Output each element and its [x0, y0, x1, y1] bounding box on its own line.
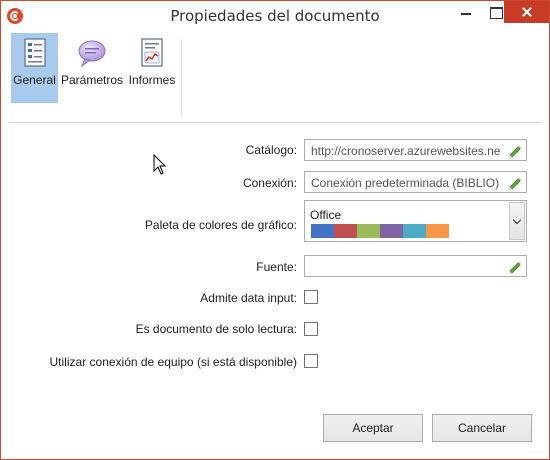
tab-parameters-label: Parámetros [61, 73, 124, 87]
pencil-edit-icon[interactable] [508, 144, 522, 158]
tab-general-label: General [13, 73, 56, 87]
pencil-edit-icon[interactable] [508, 260, 522, 274]
tab-reports[interactable]: Informes [126, 33, 178, 103]
palette-select[interactable]: Office [304, 200, 527, 242]
font-label: Fuente: [256, 260, 297, 274]
connection-label: Conexión: [242, 176, 297, 190]
tab-general[interactable]: General [11, 33, 58, 103]
palette-label: Paleta de colores de gráfico: [144, 218, 297, 232]
minimize-button[interactable] [451, 1, 481, 23]
palette-color-swatch [311, 224, 334, 238]
document-properties-icon [23, 38, 46, 67]
mouse-pointer-icon [153, 154, 167, 175]
toolbar-separator [181, 39, 182, 117]
ok-button[interactable]: Aceptar [323, 414, 423, 442]
report-chart-icon [141, 38, 163, 67]
tab-reports-label: Informes [128, 73, 176, 87]
catalog-field[interactable]: http://cronoserver.azurewebsites.net [304, 139, 527, 161]
team-connection-checkbox[interactable] [304, 354, 318, 368]
palette-color-swatch [403, 224, 426, 238]
palette-color-swatch [357, 224, 380, 238]
chevron-down-icon[interactable] [509, 202, 525, 240]
palette-swatches [311, 224, 449, 238]
close-button[interactable] [504, 1, 549, 23]
connection-value: Conexión predeterminada (BIBLIO) [311, 176, 500, 190]
palette-selected-name: Office [310, 208, 342, 222]
read-only-label: Es documento de solo lectura: [135, 322, 297, 336]
palette-color-swatch [380, 224, 403, 238]
team-connection-label: Utilizar conexión de equipo (si está dis… [49, 355, 297, 369]
document-properties-dialog: Propiedades del documento General Paráme… [0, 0, 550, 460]
cancel-button[interactable]: Cancelar [432, 414, 532, 442]
catalog-value: http://cronoserver.azurewebsites.net [311, 144, 501, 158]
speech-bubble-icon [78, 40, 106, 68]
connection-field[interactable]: Conexión predeterminada (BIBLIO) [304, 171, 527, 193]
font-field[interactable] [304, 255, 527, 277]
title-bar: Propiedades del documento [1, 1, 549, 31]
catalog-label: Catálogo: [245, 143, 297, 157]
palette-color-swatch [334, 224, 357, 238]
tab-parameters[interactable]: Parámetros [61, 33, 123, 103]
palette-color-swatch [426, 224, 449, 238]
data-input-label: Admite data input: [200, 291, 297, 305]
section-toolbar: General Parámetros Informes [1, 31, 549, 123]
data-input-checkbox[interactable] [304, 290, 318, 304]
read-only-checkbox[interactable] [304, 322, 318, 336]
toolbar-divider [9, 122, 541, 123]
pencil-edit-icon[interactable] [508, 176, 522, 190]
